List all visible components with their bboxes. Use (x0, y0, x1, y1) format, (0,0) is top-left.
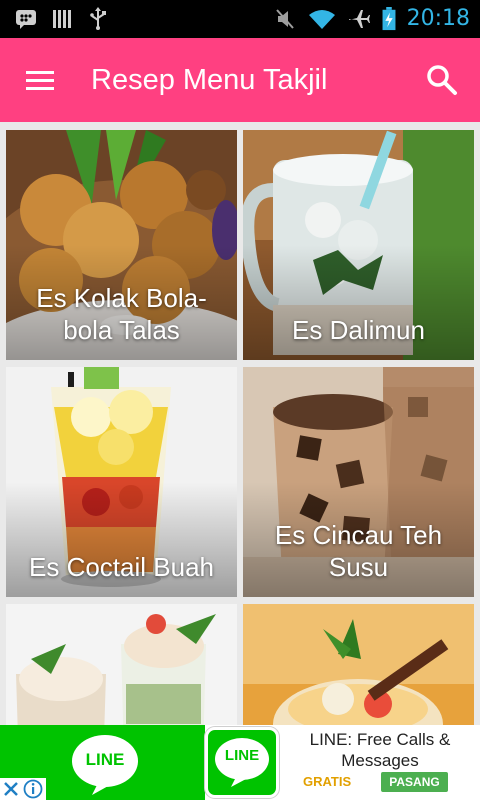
recipe-title: Es Cincau Teh Susu (274, 520, 443, 582)
recipe-card[interactable]: Es Kolak Bola-bola Talas (6, 130, 237, 360)
ad-price: GRATIS (303, 774, 352, 789)
ad-app-icon[interactable]: LINE (205, 727, 279, 798)
recipe-title: Es Dalimun (292, 315, 425, 345)
airplane-icon (348, 10, 370, 28)
battery-charging-icon (382, 7, 396, 31)
wifi-icon (308, 10, 335, 29)
recipe-card[interactable] (243, 604, 474, 725)
recipe-photo (6, 604, 237, 725)
app-title: Resep Menu Takjil (91, 64, 328, 96)
app-bar: Resep Menu Takjil (0, 38, 480, 122)
mute-icon (275, 9, 294, 29)
recipe-photo (243, 604, 474, 725)
close-icon[interactable] (0, 778, 22, 800)
ad-banner[interactable]: LINE LINE LINE: Free Calls & Messages GR… (0, 725, 480, 800)
app-screen: 20:18 Resep Menu Takjil Es Kolak Bola-bo… (0, 0, 480, 800)
search-icon[interactable] (422, 60, 462, 100)
hamburger-menu-icon[interactable] (20, 62, 60, 98)
recipe-title: Es Kolak Bola-bola Talas (36, 283, 207, 345)
ad-install-button[interactable]: PASANG (381, 772, 448, 792)
recipe-title: Es Coctail Buah (29, 552, 214, 582)
recipe-grid: Es Kolak Bola-bola Talas Es Dalimun Es C… (0, 122, 480, 725)
usb-icon (90, 7, 106, 30)
recipe-card[interactable]: Es Cincau Teh Susu (243, 367, 474, 597)
status-time: 20:18 (406, 6, 470, 31)
status-bar: 20:18 (0, 0, 480, 38)
recipe-card[interactable] (6, 604, 237, 725)
signal-bars-icon (53, 10, 71, 28)
recipe-card[interactable]: Es Dalimun (243, 130, 474, 360)
ad-title[interactable]: LINE: Free Calls & Messages (282, 729, 478, 771)
ad-app-icon-label: LINE (224, 747, 260, 764)
ad-choices[interactable] (0, 778, 46, 800)
bbm-icon (16, 10, 36, 29)
recipe-card[interactable]: Es Coctail Buah (6, 367, 237, 597)
info-icon[interactable] (22, 778, 44, 800)
ad-brand-label: LINE (85, 750, 125, 769)
